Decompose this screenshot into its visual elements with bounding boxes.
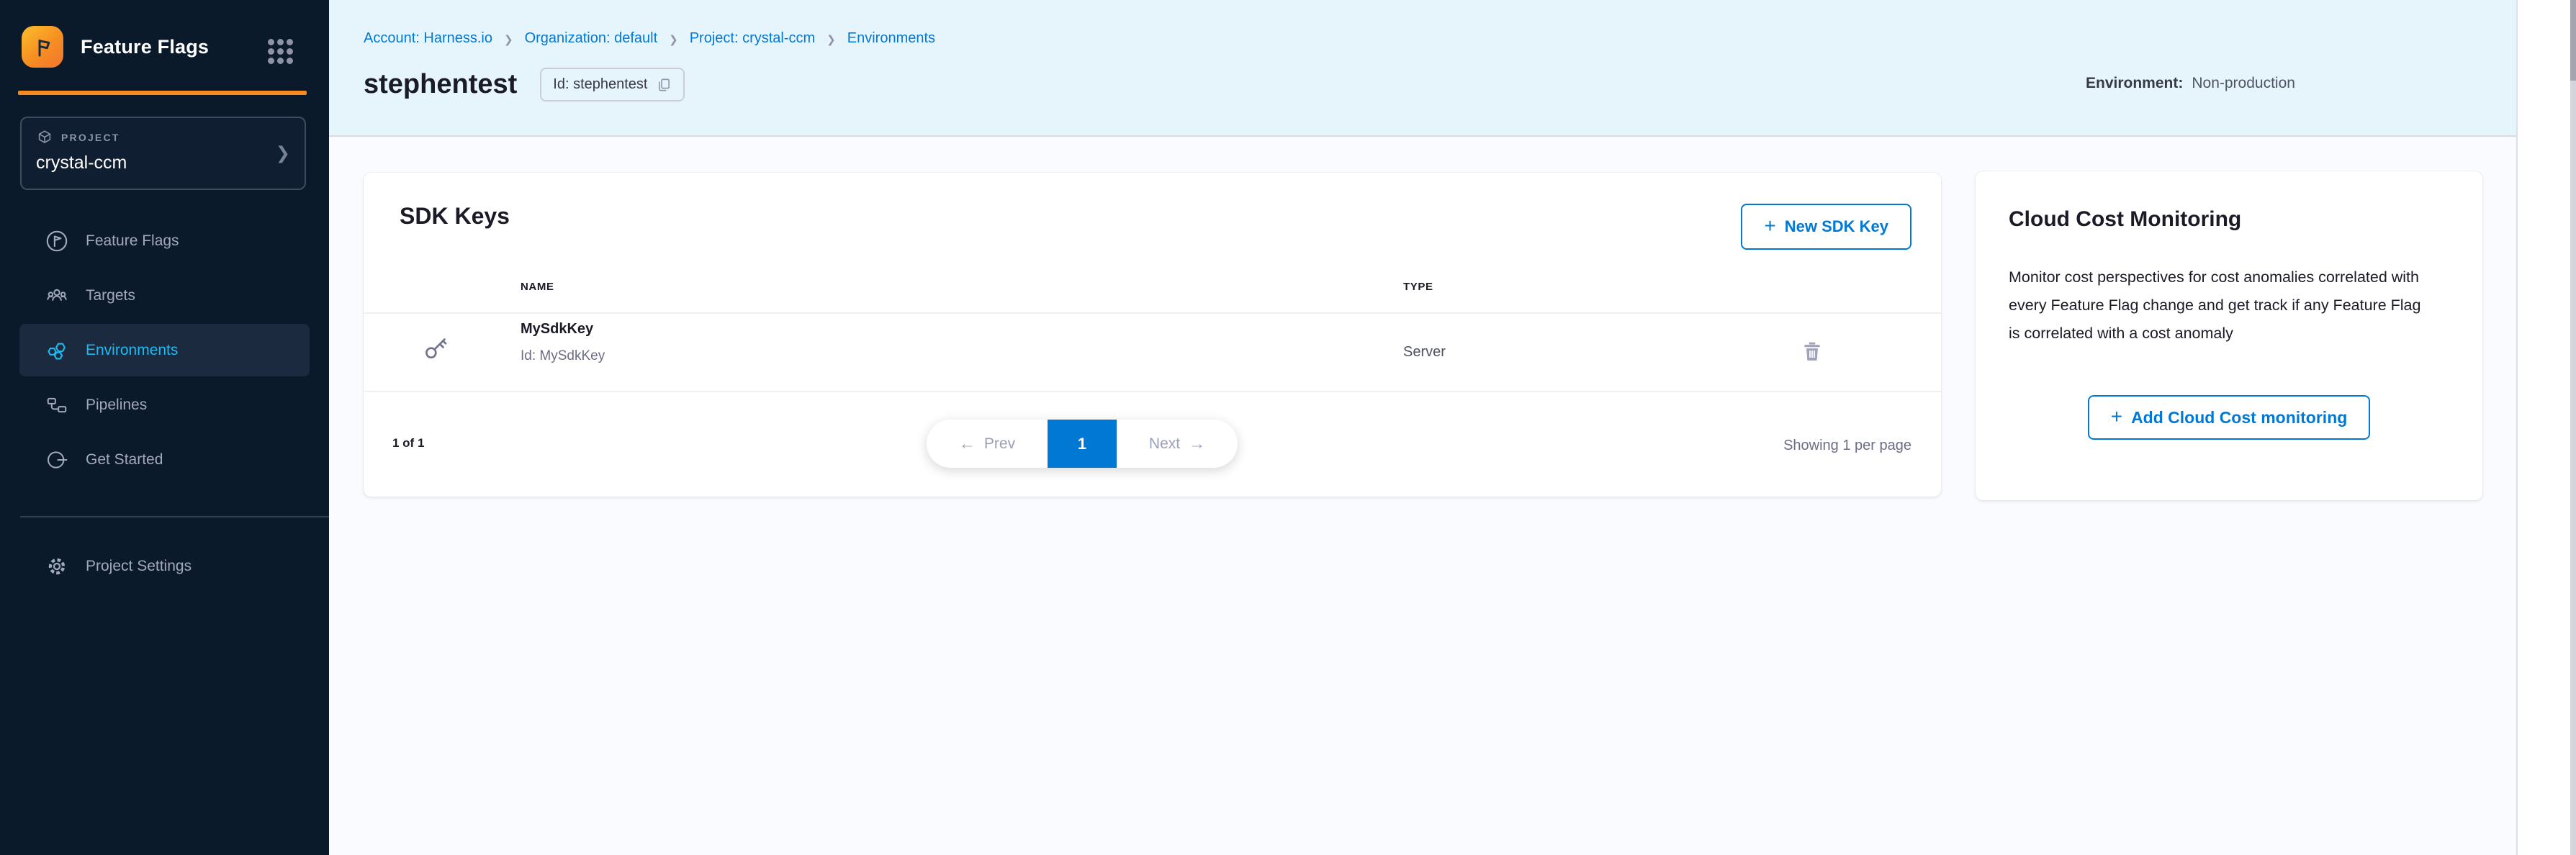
scrollbar-track[interactable] [2570, 0, 2576, 855]
sdk-key-name: MySdkKey [521, 321, 593, 338]
feature-flags-logo-icon [22, 26, 63, 68]
sidebar-item-label: Targets [86, 287, 135, 304]
sidebar-item-targets[interactable]: Targets [19, 269, 310, 322]
breadcrumb-project-link[interactable]: Project: crystal-ccm [690, 30, 815, 47]
arrow-right-icon: → [1189, 434, 1205, 453]
sdk-key-icon [421, 334, 450, 363]
environment-type-label: Environment: [2086, 75, 2183, 91]
project-label: PROJECT [61, 132, 120, 143]
sidebar-item-label: Pipelines [86, 397, 147, 414]
table-divider [364, 312, 1941, 314]
chevron-right-icon: ❯ [276, 143, 290, 164]
new-sdk-key-label: New SDK Key [1785, 217, 1888, 236]
delete-sdk-key-button[interactable] [1798, 337, 1827, 366]
environment-id-chip[interactable]: Id: stephentest [540, 68, 685, 101]
cloud-cost-title: Cloud Cost Monitoring [2009, 207, 2449, 232]
scrollbar-thumb[interactable] [2570, 0, 2576, 81]
flag-circle-icon [44, 228, 70, 254]
environment-type-value: Non-production [2192, 75, 2295, 91]
sdk-keys-card: SDK Keys + New SDK Key NAME TYPE MySdkKe… [364, 173, 1941, 497]
sidebar-item-feature-flags[interactable]: Feature Flags [19, 214, 310, 267]
plus-icon: + [2111, 407, 2122, 429]
add-cloud-cost-monitoring-button[interactable]: + Add Cloud Cost monitoring [2088, 395, 2371, 440]
sidebar-item-get-started[interactable]: Get Started [19, 433, 310, 486]
next-page-button[interactable]: Next → [1117, 420, 1238, 468]
page-number-button[interactable]: 1 [1048, 420, 1117, 468]
environments-hexagons-icon [44, 338, 70, 363]
sidebar-item-label: Project Settings [86, 558, 192, 575]
pagination-control: ← Prev 1 Next → [927, 420, 1238, 468]
sidebar-divider [20, 516, 329, 517]
next-label: Next [1149, 435, 1180, 453]
per-page-label: Showing 1 per page [1783, 438, 1911, 454]
sidebar-nav: Feature Flags Targets [0, 214, 329, 488]
brand-accent-bar [18, 91, 307, 95]
project-cube-icon [36, 129, 53, 146]
cloud-cost-description: Monitor cost perspectives for cost anoma… [2009, 263, 2435, 348]
copy-icon[interactable] [656, 77, 672, 93]
environment-id-value: Id: stephentest [553, 76, 647, 93]
cloud-cost-card: Cloud Cost Monitoring Monitor cost persp… [1976, 171, 2482, 500]
plus-icon: + [1764, 216, 1775, 238]
breadcrumb-organization-link[interactable]: Organization: default [525, 30, 658, 47]
column-header-type: TYPE [1403, 281, 1433, 293]
sdk-key-type: Server [1403, 344, 1446, 361]
prev-page-button[interactable]: ← Prev [927, 420, 1048, 468]
new-sdk-key-button[interactable]: + New SDK Key [1741, 204, 1911, 250]
table-divider [364, 391, 1941, 392]
sidebar-item-pipelines[interactable]: Pipelines [19, 379, 310, 431]
breadcrumb: Account: Harness.io ❯ Organization: defa… [364, 30, 935, 47]
right-gutter-panel [2516, 0, 2576, 855]
pipelines-icon [44, 392, 70, 418]
app-window: Feature Flags PROJECT crystal-ccm ❯ [0, 0, 2576, 855]
project-name: crystal-ccm [36, 153, 290, 173]
breadcrumb-separator-icon: ❯ [504, 32, 513, 46]
environment-type: Environment: Non-production [2086, 75, 2295, 92]
breadcrumb-environments-link[interactable]: Environments [847, 30, 935, 47]
arrow-left-icon: ← [959, 434, 976, 453]
sdk-keys-title: SDK Keys [400, 203, 510, 230]
module-title: Feature Flags [81, 36, 209, 58]
sidebar-item-label: Feature Flags [86, 232, 179, 250]
page-title: stephentest [364, 69, 517, 100]
module-brand: Feature Flags [22, 26, 209, 68]
sidebar-item-project-settings[interactable]: Project Settings [19, 540, 310, 592]
sidebar-item-label: Get Started [86, 451, 163, 469]
page-header: Account: Harness.io ❯ Organization: defa… [329, 0, 2516, 137]
column-header-name: NAME [521, 281, 554, 293]
app-switcher-grid-icon[interactable] [268, 39, 293, 64]
sidebar-item-label: Environments [86, 342, 178, 359]
project-selector[interactable]: PROJECT crystal-ccm ❯ [20, 117, 306, 190]
breadcrumb-separator-icon: ❯ [669, 32, 678, 46]
pagination-summary: 1 of 1 [392, 436, 424, 451]
targets-people-icon [44, 283, 70, 309]
breadcrumb-separator-icon: ❯ [827, 32, 836, 46]
main-content: SDK Keys + New SDK Key NAME TYPE MySdkKe… [329, 137, 2516, 855]
add-cloud-cost-label: Add Cloud Cost monitoring [2131, 408, 2347, 428]
sidebar-item-environments[interactable]: Environments [19, 324, 310, 376]
prev-label: Prev [984, 435, 1015, 453]
gear-icon [44, 553, 70, 579]
sidebar: Feature Flags PROJECT crystal-ccm ❯ [0, 0, 329, 855]
breadcrumb-account-link[interactable]: Account: Harness.io [364, 30, 492, 47]
sdk-key-id: Id: MySdkKey [521, 348, 605, 364]
get-started-icon [44, 447, 70, 473]
